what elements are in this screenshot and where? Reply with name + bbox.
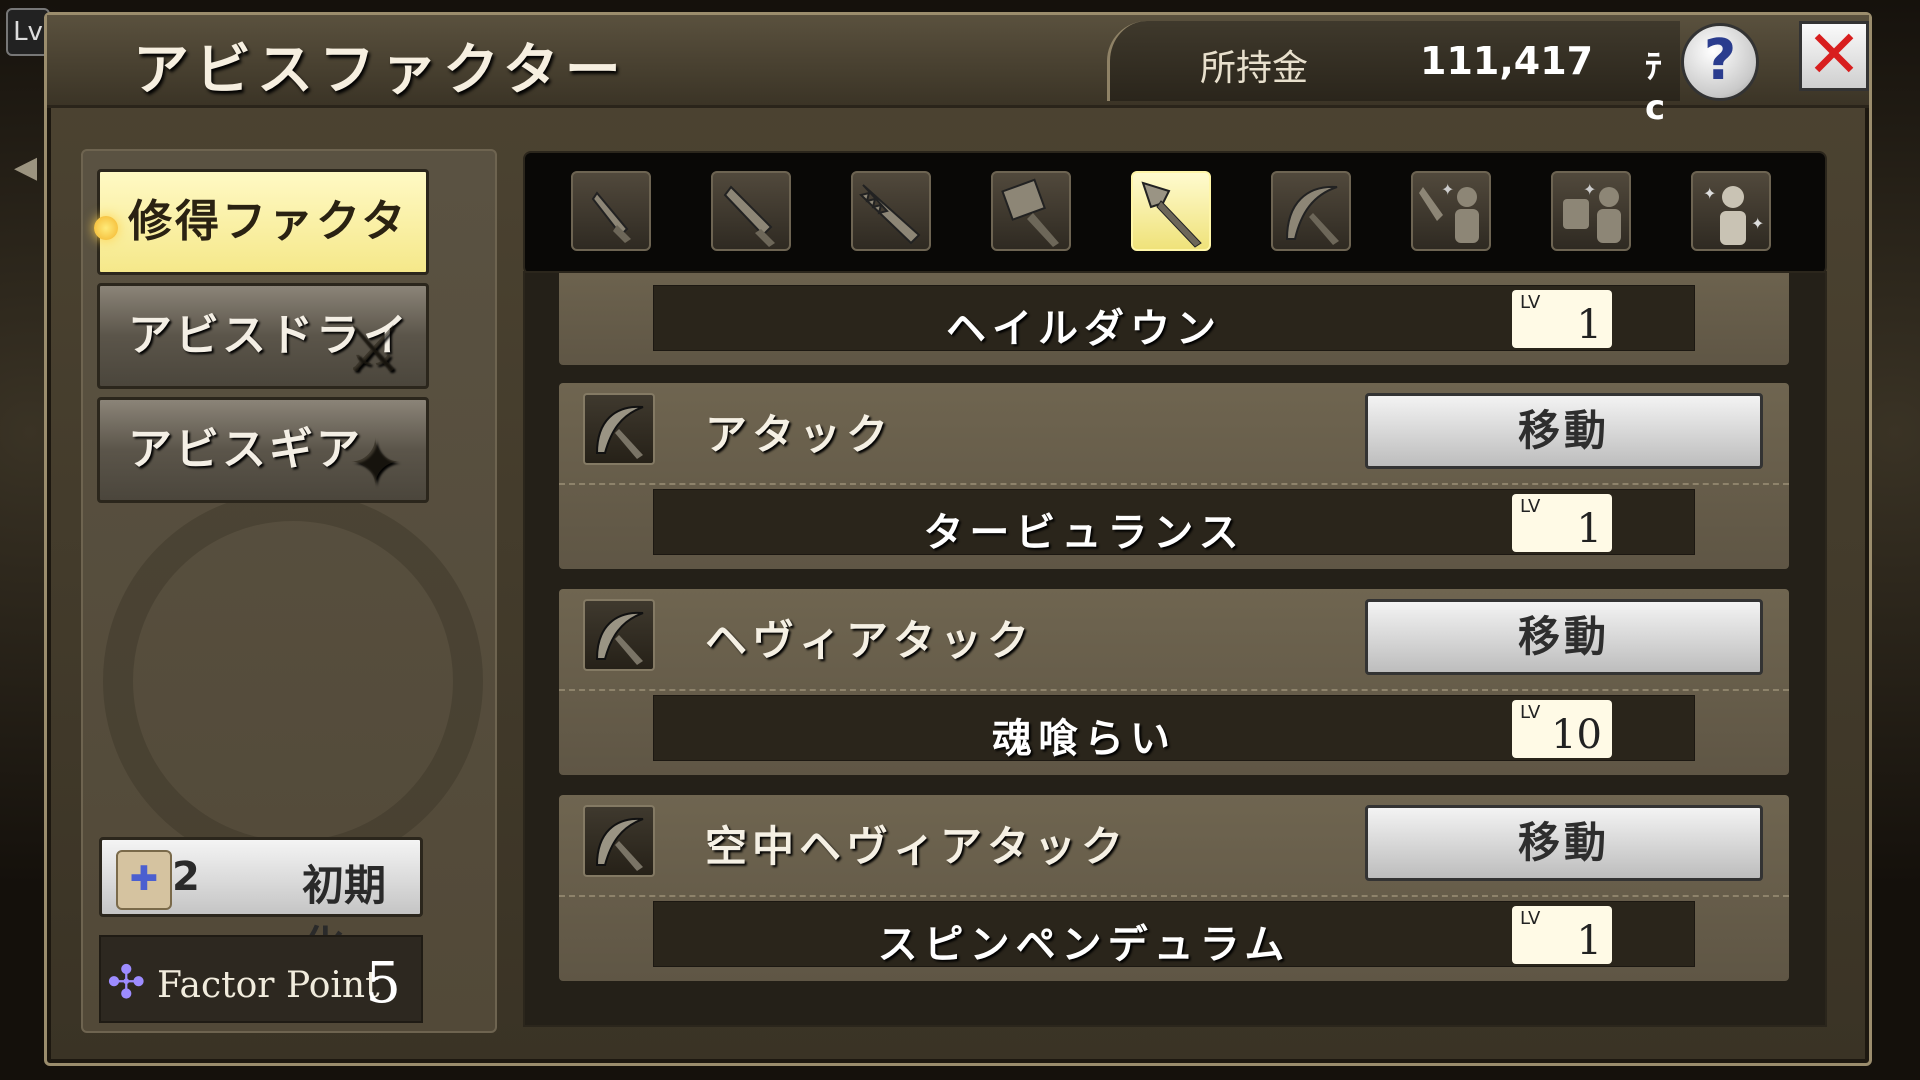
emblem-watermark-icon: [103, 491, 483, 871]
tab-spear[interactable]: [1131, 171, 1211, 251]
lv-label: LV: [1520, 292, 1541, 313]
factor-scythe-icon: [583, 599, 655, 671]
tab-sword[interactable]: [711, 171, 791, 251]
factor-point-display: ✣ Factor Point 5: [99, 935, 423, 1023]
side-menu-panel: 修得ファクター アビスドライブ ⚔ アビスギア ✦ ✚ 2 初期化 ✣ Fact…: [81, 149, 497, 1033]
abyss-factor-window: アビスファクター 所持金 111,417 ﾃc ? ✕ 修得ファクター アビスド…: [44, 12, 1872, 1066]
menu-abyss-drive-button[interactable]: アビスドライブ ⚔: [97, 283, 429, 461]
money-label: 所持金: [1200, 48, 1309, 89]
level-box: LV 1: [1512, 906, 1612, 964]
lv-value: 1: [1576, 506, 1602, 552]
left-arrow-icon[interactable]: ◀: [14, 150, 37, 185]
factor-sub-row: ヘイルダウン LV 1: [653, 285, 1695, 352]
weapon-skill-person-icon: ✦: [1419, 180, 1479, 243]
help-button[interactable]: ?: [1681, 23, 1759, 101]
menu-learned-factor-button[interactable]: 修得ファクター: [94, 169, 429, 347]
reset-scroll-icon: ✚: [116, 850, 172, 910]
svg-text:✦: ✦: [1441, 180, 1454, 199]
factor-sub-name: タービュランス: [923, 510, 1245, 556]
factor-header: 空中ヘヴィアタック 移動: [559, 795, 1789, 891]
svg-text:✦: ✦: [1583, 180, 1596, 199]
move-button[interactable]: 移動: [1365, 599, 1763, 675]
factor-entry: ヘイルダウン LV 1: [559, 273, 1789, 365]
drive-deco-icon: ⚔: [344, 313, 402, 387]
scythe-icon: [1285, 185, 1339, 245]
armor-skill-person-icon: ✦: [1563, 180, 1621, 243]
reset-button[interactable]: ✚ 2 初期化: [99, 837, 423, 971]
tab-armor-skill[interactable]: ✦: [1551, 171, 1631, 251]
factor-point-value: 5: [365, 951, 401, 1016]
factor-point-label: Factor Point: [157, 965, 380, 1006]
money-value: 111,417: [1420, 39, 1594, 83]
divider: [559, 895, 1789, 897]
factor-list[interactable]: ヘイルダウン LV 1 アタック 移動 タービュランス LV 1 ヘヴィアタック…: [523, 271, 1827, 1027]
tab-hammer[interactable]: [991, 171, 1071, 251]
sword-icon: [723, 185, 775, 247]
factor-name: ヘヴィアタック: [705, 616, 1035, 665]
divider: [559, 689, 1789, 691]
factor-sub-name: 魂喰らい: [992, 716, 1176, 762]
menu-label: アビスギア: [128, 424, 363, 475]
move-button[interactable]: 移動: [1365, 393, 1763, 469]
factor-point-icon: ✣: [107, 955, 146, 1009]
menu-abyss-gear-button[interactable]: アビスギア ✦: [97, 397, 429, 503]
lv-label: LV: [1520, 908, 1541, 929]
gear-person-deco-icon: ✦: [348, 427, 402, 501]
close-button[interactable]: ✕: [1799, 21, 1869, 91]
tab-weapon-skill[interactable]: ✦: [1411, 171, 1491, 251]
factor-name: アタック: [705, 410, 894, 459]
lv-value: 1: [1576, 918, 1602, 964]
character-skill-person-icon: ✦✦: [1703, 184, 1764, 245]
factor-entry: 空中ヘヴィアタック 移動 スピンペンデュラム LV 1: [559, 795, 1789, 981]
factor-header: ヘヴィアタック 移動: [559, 589, 1789, 685]
factor-name: 空中ヘヴィアタック: [705, 822, 1129, 871]
reset-item-count: 2: [172, 854, 200, 900]
window-title: アビスファクター: [133, 38, 627, 103]
factor-sub-name: スピンペンデュラム: [877, 922, 1291, 968]
spear-icon: [1141, 181, 1202, 248]
dagger-icon: [591, 191, 631, 243]
factor-sub-name: ヘイルダウン: [946, 306, 1222, 352]
level-box: LV 1: [1512, 290, 1612, 348]
factor-scythe-icon: [583, 393, 655, 465]
factor-sub-row: タービュランス LV 1: [653, 489, 1695, 556]
factor-scythe-icon: [583, 805, 655, 877]
factor-header: アタック 移動: [559, 383, 1789, 479]
factor-entry: アタック 移動 タービュランス LV 1: [559, 383, 1789, 569]
background-right: [1870, 0, 1920, 1080]
tab-character-skill[interactable]: ✦ ✦: [1691, 171, 1771, 251]
divider: [559, 483, 1789, 485]
tab-scythe[interactable]: [1271, 171, 1351, 251]
serrated-blade-icon: [859, 184, 921, 245]
svg-text:✦: ✦: [1751, 214, 1764, 233]
money-display: 所持金 111,417 ﾃc: [1107, 21, 1680, 128]
move-button[interactable]: 移動: [1365, 805, 1763, 881]
title-bar: アビスファクター 所持金 111,417 ﾃc ? ✕: [47, 15, 1869, 128]
lv-value: 10: [1551, 712, 1602, 758]
hammer-icon: [1001, 178, 1059, 247]
level-box: LV 10: [1512, 700, 1612, 758]
level-box: LV 1: [1512, 494, 1612, 552]
tab-dagger[interactable]: [571, 171, 651, 251]
lv-label: LV: [1520, 702, 1541, 723]
active-indicator-icon: [94, 216, 118, 240]
factor-entry: ヘヴィアタック 移動 魂喰らい LV 10: [559, 589, 1789, 775]
lv-value: 1: [1576, 302, 1602, 348]
svg-text:✦: ✦: [1703, 184, 1716, 203]
tab-serrated-blade[interactable]: [851, 171, 931, 251]
factor-sub-row: 魂喰らい LV 10: [653, 695, 1695, 762]
factor-sub-row: スピンペンデュラム LV 1: [653, 901, 1695, 968]
currency-unit: ﾃc: [1645, 47, 1666, 128]
lv-label: LV: [1520, 496, 1541, 517]
weapon-tabs-bar: ✦ ✦ ✦ ✦: [523, 151, 1827, 275]
